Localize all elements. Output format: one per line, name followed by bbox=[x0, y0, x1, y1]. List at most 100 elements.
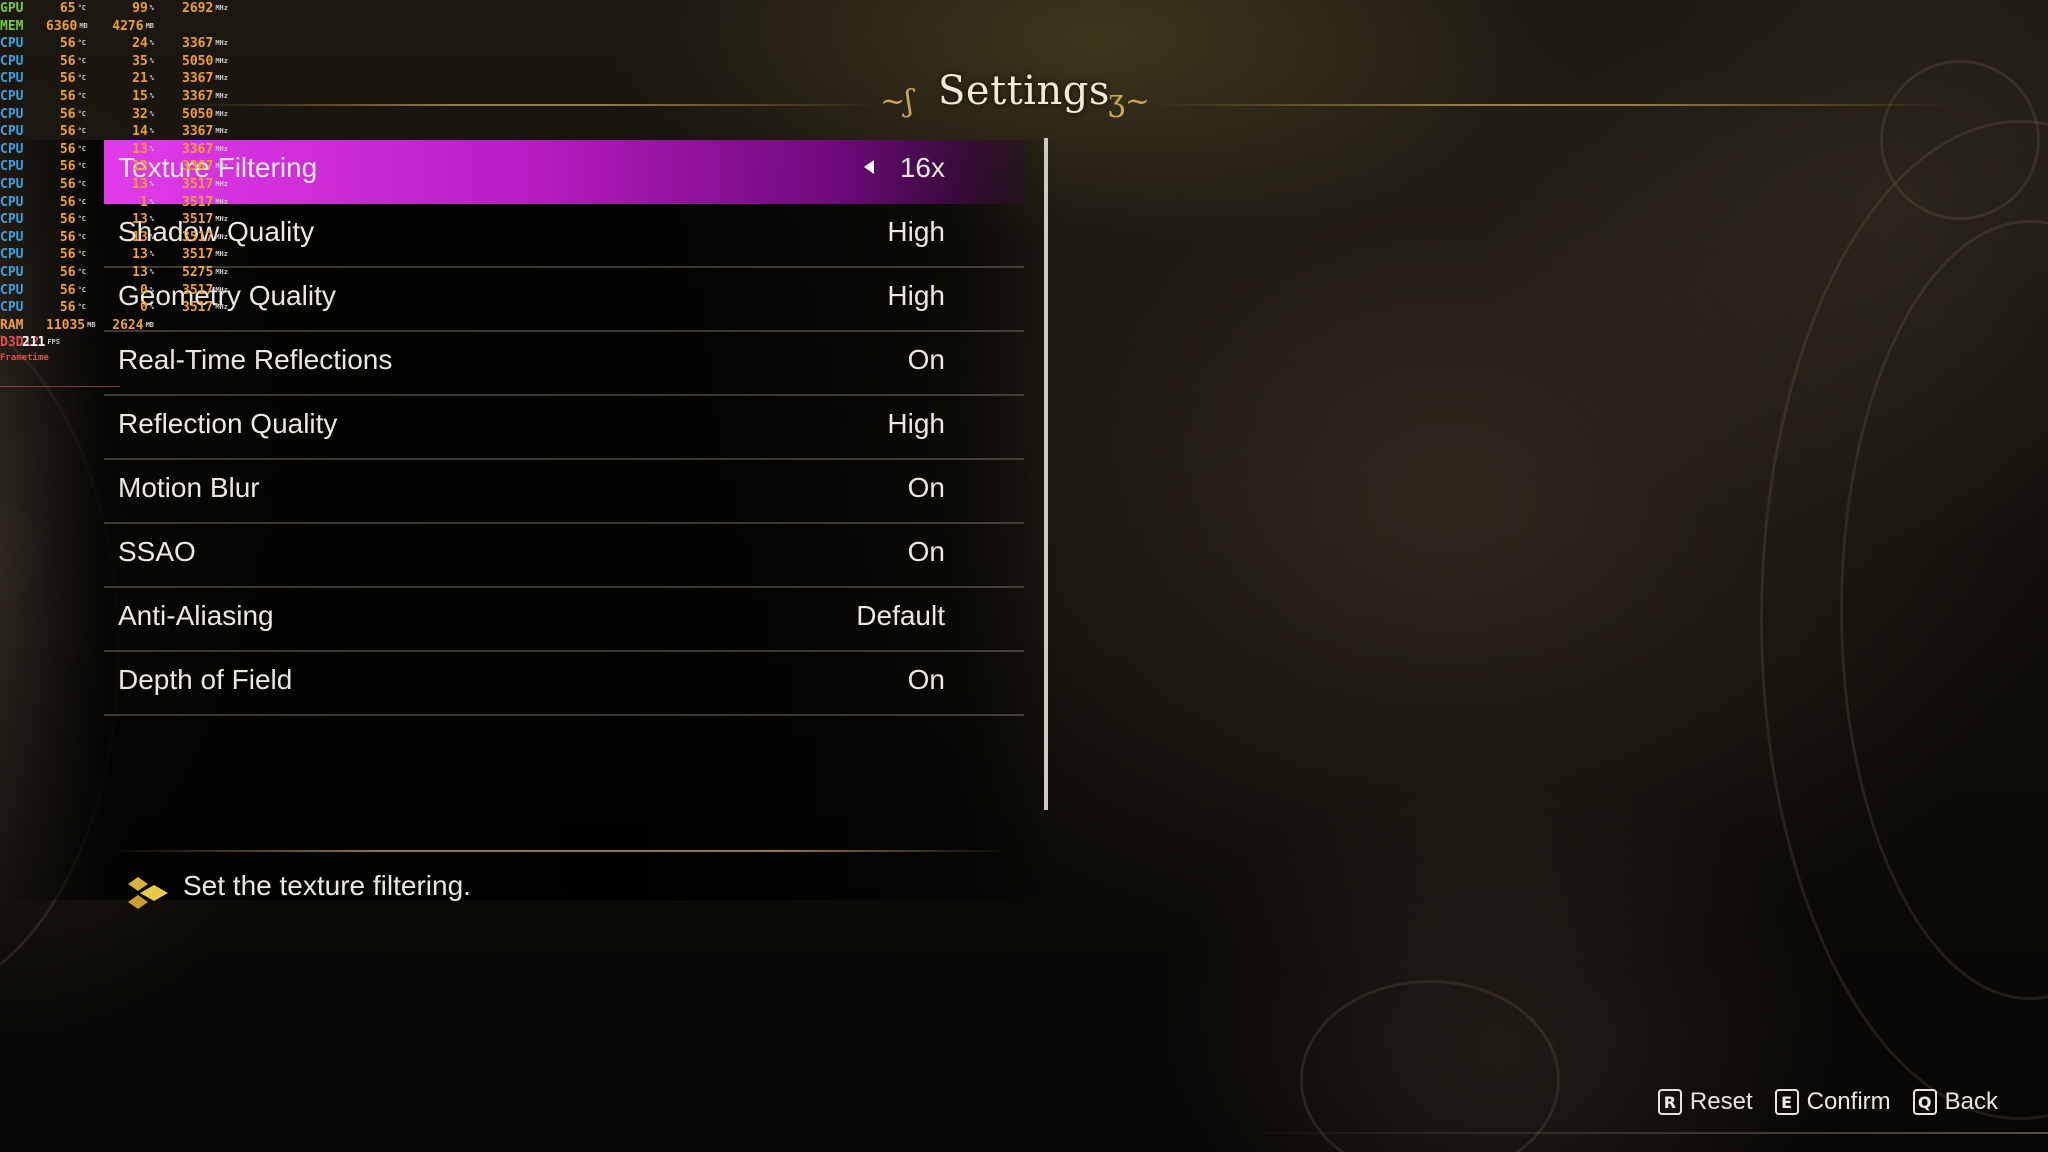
overlay-value: 4276 bbox=[112, 18, 144, 34]
settings-list: Texture Filtering 16x Shadow Quality Hig… bbox=[104, 140, 1024, 716]
setting-row-geometry-quality[interactable]: Geometry Quality High bbox=[104, 268, 1024, 332]
overlay-value: 5275 bbox=[182, 264, 214, 280]
overlay-value: 3367 bbox=[182, 124, 214, 140]
overlay-row: CPU 56 °C 21% 3367 MHz bbox=[0, 70, 240, 88]
overlay-row: GPU 65 °C 99% 2692 MHz bbox=[0, 0, 240, 18]
overlay-row: CPU 56 °C 14% 3367 MHz bbox=[0, 123, 240, 141]
overlay-value: RAM bbox=[0, 317, 24, 333]
overlay-value: 56 bbox=[59, 264, 76, 280]
overlay-label: CPU bbox=[0, 299, 23, 317]
setting-row-real-time-reflections[interactable]: Real-Time Reflections On bbox=[104, 332, 1024, 396]
overlay-value: 65 bbox=[59, 1, 76, 16]
settings-screen: ~ʃ ʒ~ Settings Texture Filtering 16x Sha… bbox=[0, 0, 2048, 1152]
overlay-value: CPU bbox=[0, 247, 24, 263]
overlay-value: 13 bbox=[132, 176, 148, 192]
overlay-unit: °C bbox=[77, 4, 86, 12]
confirm-button[interactable]: E Confirm bbox=[1774, 1088, 1891, 1116]
overlay-value: 56 bbox=[59, 176, 76, 192]
overlay-value: 99 bbox=[132, 1, 148, 16]
overlay-value: CPU bbox=[0, 264, 24, 280]
overlay-unit: MHz bbox=[215, 144, 228, 153]
overlay-unit: FPS bbox=[47, 338, 60, 347]
setting-label: Depth of Field bbox=[118, 664, 293, 695]
overlay-value: 13 bbox=[132, 159, 148, 175]
reset-button[interactable]: R Reset bbox=[1657, 1088, 1753, 1116]
overlay-value: CPU bbox=[0, 229, 24, 245]
overlay-value: 5050 bbox=[182, 106, 214, 122]
overlay-row: CPU 56 °C 13% 3517 MHz bbox=[0, 176, 240, 194]
overlay-value: 3517 bbox=[182, 282, 214, 298]
overlay-unit: MHz bbox=[215, 285, 228, 294]
setting-row-ssao[interactable]: SSAO On bbox=[104, 524, 1024, 588]
setting-row-shadow-quality[interactable]: Shadow Quality High bbox=[104, 204, 1024, 268]
overlay-value: CPU bbox=[0, 106, 24, 122]
overlay-value: CPU bbox=[0, 53, 24, 69]
left-arrow-icon[interactable] bbox=[864, 160, 874, 174]
overlay-unit: MHz bbox=[215, 215, 228, 224]
overlay-label: RAM bbox=[0, 317, 23, 335]
overlay-unit: MHz bbox=[215, 162, 228, 171]
overlay-unit: °C bbox=[77, 267, 86, 276]
overlay-value: 11035 bbox=[46, 317, 86, 333]
overlay-unit: MHz bbox=[215, 250, 228, 259]
overlay-row: MEM 6360 MB 4276 MB bbox=[0, 18, 240, 36]
overlay-row: CPU 56 °C 15% 3367 MHz bbox=[0, 88, 240, 106]
overlay-unit: °C bbox=[77, 232, 86, 241]
overlay-value: 56 bbox=[59, 36, 76, 52]
overlay-value: CPU bbox=[0, 88, 24, 104]
overlay-unit: MHz bbox=[215, 109, 228, 118]
overlay-value: 56 bbox=[59, 71, 76, 87]
header-divider-right bbox=[1150, 104, 1950, 106]
setting-label: Motion Blur bbox=[118, 472, 260, 503]
overlay-label: CPU bbox=[0, 246, 23, 264]
overlay-value: CPU bbox=[0, 176, 24, 192]
overlay-unit: % bbox=[149, 303, 154, 312]
overlay-unit: MHz bbox=[215, 74, 228, 83]
setting-row-motion-blur[interactable]: Motion Blur On bbox=[104, 460, 1024, 524]
overlay-row: CPU 56 °C 13% 3517 MHz bbox=[0, 211, 240, 229]
overlay-unit: MHz bbox=[215, 267, 228, 276]
back-button[interactable]: Q Back bbox=[1912, 1088, 1998, 1116]
overlay-unit: % bbox=[149, 127, 154, 136]
performance-overlay: GPU 65 °C 99% 2692 MHz MEM 6360 MB 4276 MB CPU 56 °C 2… bbox=[0, 0, 240, 387]
overlay-value: 56 bbox=[59, 141, 76, 157]
reset-label: Reset bbox=[1689, 1088, 1753, 1115]
overlay-value: 35 bbox=[132, 53, 148, 69]
overlay-row: CPU 56 °C 0% 3517 MHz bbox=[0, 282, 240, 300]
overlay-value: 14 bbox=[132, 124, 148, 140]
overlay-value: 3367 bbox=[182, 88, 214, 104]
overlay-unit: % bbox=[149, 197, 154, 206]
setting-value: 16x bbox=[899, 152, 945, 183]
overlay-value: 56 bbox=[59, 247, 76, 263]
overlay-value: 3367 bbox=[182, 36, 214, 52]
overlay-row: CPU 56 °C 0% 3517 MHz bbox=[0, 299, 240, 317]
overlay-value: 56 bbox=[59, 212, 76, 228]
overlay-unit: % bbox=[149, 215, 154, 224]
overlay-label: CPU bbox=[0, 194, 23, 212]
overlay-row: CPU 56 °C 35% 5050 MHz bbox=[0, 53, 240, 71]
overlay-unit: % bbox=[149, 285, 154, 294]
overlay-value: CPU bbox=[0, 159, 24, 175]
overlay-unit: °C bbox=[77, 303, 86, 312]
overlay-value: 21 bbox=[132, 71, 148, 87]
background-ornament bbox=[1880, 60, 2040, 220]
overlay-unit: °C bbox=[77, 179, 86, 188]
setting-row-texture-filtering[interactable]: Texture Filtering 16x bbox=[104, 140, 1024, 204]
overlay-unit: MHz bbox=[215, 197, 228, 206]
overlay-label: CPU bbox=[0, 141, 23, 159]
overlay-row: CPU 56 °C 1% 3517 MHz bbox=[0, 194, 240, 212]
overlay-value: 13 bbox=[132, 141, 148, 157]
overlay-value: MEM bbox=[0, 18, 24, 34]
setting-value: High bbox=[887, 280, 945, 311]
scrollbar[interactable] bbox=[1044, 138, 1048, 810]
overlay-value: 32 bbox=[132, 106, 148, 122]
setting-row-reflection-quality[interactable]: Reflection Quality High bbox=[104, 396, 1024, 460]
overlay-row: RAM 11035 MB 2624 MB bbox=[0, 317, 240, 335]
overlay-unit: °C bbox=[77, 215, 86, 224]
overlay-unit: % bbox=[149, 144, 154, 153]
setting-row-depth-of-field[interactable]: Depth of Field On bbox=[104, 652, 1024, 716]
setting-row-anti-aliasing[interactable]: Anti-Aliasing Default bbox=[104, 588, 1024, 652]
setting-value: On bbox=[907, 664, 945, 695]
overlay-value: 3367 bbox=[182, 141, 214, 157]
setting-value: High bbox=[887, 408, 945, 439]
